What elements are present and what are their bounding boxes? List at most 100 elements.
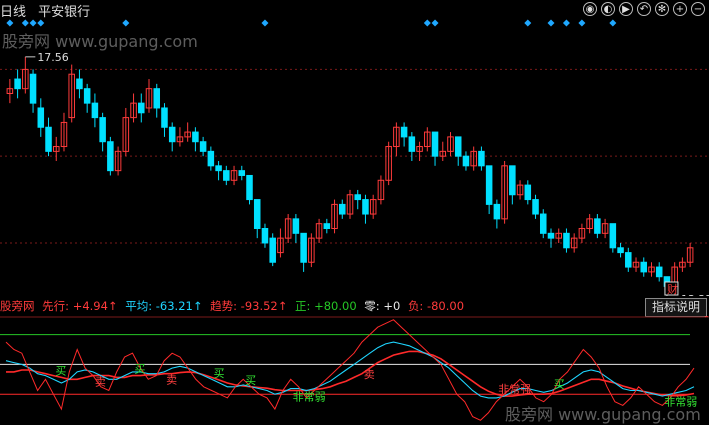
xianxing-value: +4.94↑: [72, 299, 118, 313]
candle: [470, 146, 477, 171]
signal-sell: 卖: [166, 374, 177, 387]
candle: [6, 79, 14, 104]
candle: [230, 165, 238, 186]
candle: [408, 132, 416, 161]
candle-body: [625, 252, 632, 268]
signal-diamond: [6, 19, 14, 27]
candle-body: [362, 199, 369, 215]
candle: [331, 199, 338, 234]
signal-sell: 卖: [95, 376, 106, 389]
candle: [261, 223, 269, 248]
candle-body: [532, 199, 539, 215]
candle: [555, 228, 562, 243]
candle: [168, 122, 176, 152]
eye-icon[interactable]: ◉: [583, 2, 597, 16]
candle-body: [547, 232, 555, 239]
circle-arrow-icon[interactable]: ◐: [601, 2, 615, 16]
candle: [439, 141, 447, 161]
candle: [246, 174, 253, 205]
candle: [130, 93, 137, 123]
candle: [617, 242, 624, 258]
indicator-help-button[interactable]: 指标说明: [645, 298, 707, 317]
candle: [192, 127, 199, 152]
candle-body: [138, 102, 145, 114]
toolbar: ◉ ◐ ▶ ↶ ✻ + −: [583, 2, 705, 16]
candle: [478, 146, 485, 171]
candle: [83, 83, 91, 113]
candle-body: [192, 131, 199, 143]
candle-body: [99, 117, 106, 143]
price-chart[interactable]: 17.56 13.22财: [0, 18, 709, 296]
signal-diamond: [261, 19, 269, 27]
candle: [377, 175, 385, 205]
candle: [315, 218, 323, 243]
play-icon[interactable]: ▶: [619, 2, 633, 16]
fu-value: -80.00: [426, 299, 465, 313]
candle-body: [609, 223, 617, 249]
candle-body: [76, 78, 83, 90]
undo-icon[interactable]: ↶: [637, 2, 651, 16]
signal-sell: 卖: [704, 316, 709, 319]
candle: [547, 228, 555, 248]
zoom-in-icon[interactable]: +: [673, 2, 687, 16]
candle: [199, 136, 207, 157]
candle: [346, 189, 354, 219]
candle: [516, 180, 524, 200]
candle-body: [37, 107, 45, 128]
pingjun-value: -63.21↑: [155, 299, 203, 313]
candle: [532, 194, 539, 219]
candle: [284, 214, 292, 243]
candle: [339, 199, 346, 219]
candle-body: [107, 141, 114, 172]
candle: [369, 194, 377, 219]
candle: [509, 165, 516, 205]
settings-icon[interactable]: ✻: [655, 2, 669, 16]
signal-diamond: [524, 19, 532, 27]
candle-body: [153, 88, 161, 109]
candle-body: [640, 261, 648, 273]
candle: [362, 194, 369, 224]
candle-body: [223, 170, 230, 181]
candle-body: [339, 203, 346, 215]
candle: [424, 127, 431, 152]
candle-body: [215, 165, 222, 172]
candle: [323, 218, 331, 234]
candle: [223, 165, 230, 186]
signal-buy: 买: [214, 367, 225, 380]
candle-body: [594, 218, 601, 234]
candle: [625, 247, 632, 272]
candle-body: [524, 184, 532, 201]
candle-body: [454, 136, 462, 157]
candle-body: [323, 223, 331, 230]
candle: [253, 199, 261, 239]
zoom-out-icon[interactable]: −: [691, 2, 705, 16]
candle: [52, 136, 60, 161]
candle: [393, 122, 400, 157]
candle: [176, 127, 184, 147]
candle-body: [199, 141, 207, 152]
candle-body: [617, 247, 624, 254]
candle-body: [91, 102, 99, 119]
candle: [609, 223, 617, 253]
fu-label: 负:: [407, 299, 424, 313]
signal-diamond: [29, 19, 37, 27]
candle: [594, 214, 601, 239]
candle: [563, 228, 570, 253]
signal-diamond: [547, 19, 555, 27]
signal-buy: 买: [245, 374, 256, 387]
candle-body: [400, 126, 408, 138]
signal-very-weak: 非常弱: [293, 390, 326, 403]
watermark-bottom: 股旁网 www.gupang.com: [505, 405, 701, 424]
candle-body: [539, 213, 547, 234]
candle-body: [83, 88, 91, 104]
candle: [416, 141, 423, 161]
candle: [68, 64, 75, 123]
signal-buy: 买: [134, 363, 145, 376]
signal-diamond: [578, 19, 586, 27]
candle: [578, 223, 586, 243]
candle: [354, 189, 361, 210]
candle-body: [485, 165, 493, 205]
candle: [431, 131, 439, 166]
candle: [184, 122, 191, 142]
signal-diamond: [423, 19, 431, 27]
